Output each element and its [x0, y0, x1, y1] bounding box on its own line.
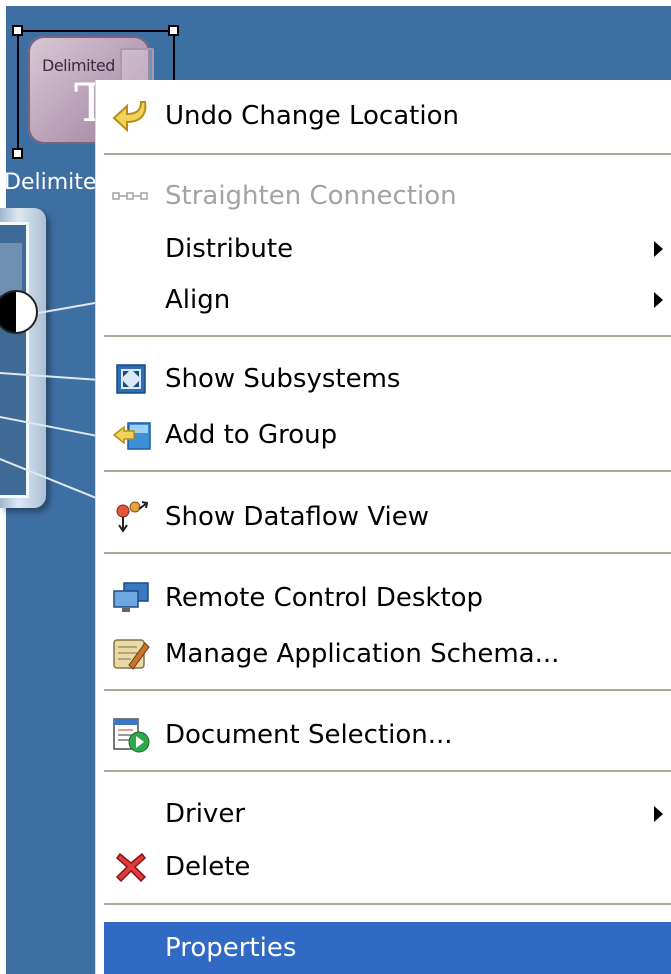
subsystems-icon — [110, 359, 152, 399]
menu-item-driver[interactable]: Driver — [98, 788, 671, 840]
menu-item-show-subsystems[interactable]: Show Subsystems — [98, 353, 671, 405]
menu-item-straighten-connection[interactable]: Straighten Connection — [98, 170, 671, 222]
add-to-group-icon — [110, 415, 152, 455]
menu-separator — [104, 153, 671, 155]
menu-separator — [104, 770, 671, 772]
menu-separator — [104, 335, 671, 337]
selection-border-top — [17, 30, 175, 32]
selection-border-right — [173, 30, 175, 82]
menu-item-distribute[interactable]: Distribute — [98, 223, 671, 275]
submenu-arrow-icon — [654, 292, 663, 308]
menu-item-label: Distribute — [165, 234, 294, 264]
menu-item-label: Undo Change Location — [165, 101, 459, 131]
menu-item-label: Document Selection... — [165, 720, 453, 750]
menu-item-show-dataflow-view[interactable]: Show Dataflow View — [98, 491, 671, 543]
driver-node-label: Delimite — [4, 170, 97, 195]
application-node-body — [0, 222, 29, 498]
remote-desktop-icon — [110, 578, 152, 618]
menu-item-undo-change-location[interactable]: Undo Change Location — [98, 90, 671, 142]
menu-item-manage-application-schema[interactable]: Manage Application Schema... — [98, 628, 671, 680]
menu-item-label: Align — [165, 285, 231, 315]
document-selection-icon — [110, 715, 152, 755]
dataflow-icon — [110, 497, 152, 537]
menu-item-add-to-group[interactable]: Add to Group — [98, 409, 671, 461]
context-menu: Undo Change Location Straighten Connecti… — [96, 80, 671, 974]
submenu-arrow-icon — [654, 806, 663, 822]
menu-item-document-selection[interactable]: Document Selection... — [98, 709, 671, 761]
menu-item-label: Straighten Connection — [165, 181, 457, 211]
selection-border-left — [17, 30, 19, 154]
menu-item-label: Properties — [165, 933, 297, 963]
menu-separator — [104, 689, 671, 691]
menu-separator — [104, 552, 671, 554]
menu-item-label: Driver — [165, 799, 246, 829]
menu-item-align[interactable]: Align — [98, 274, 671, 326]
resize-handle-top-left[interactable] — [12, 25, 23, 36]
resize-handle-top-right[interactable] — [168, 25, 179, 36]
menu-item-label: Show Subsystems — [165, 364, 401, 394]
menu-item-label: Delete — [165, 852, 251, 882]
menu-item-label: Manage Application Schema... — [165, 639, 560, 669]
menu-item-delete[interactable]: Delete — [98, 841, 671, 893]
menu-separator — [104, 470, 671, 472]
undo-arrow-icon — [110, 96, 152, 136]
driver-tile-title: Delimited — [42, 56, 115, 75]
submenu-arrow-icon — [654, 241, 663, 257]
menu-item-label: Show Dataflow View — [165, 502, 430, 532]
delete-x-icon — [110, 847, 152, 887]
menu-item-label: Add to Group — [165, 420, 338, 450]
menu-separator — [104, 903, 671, 905]
straighten-connection-icon — [110, 176, 152, 216]
application-node-screen — [0, 243, 22, 295]
schema-icon — [110, 634, 152, 674]
menu-item-label: Remote Control Desktop — [165, 583, 484, 613]
menu-item-properties[interactable]: Properties — [104, 922, 671, 974]
resize-handle-bottom-left[interactable] — [12, 148, 23, 159]
menu-item-remote-control-desktop[interactable]: Remote Control Desktop — [98, 572, 671, 624]
